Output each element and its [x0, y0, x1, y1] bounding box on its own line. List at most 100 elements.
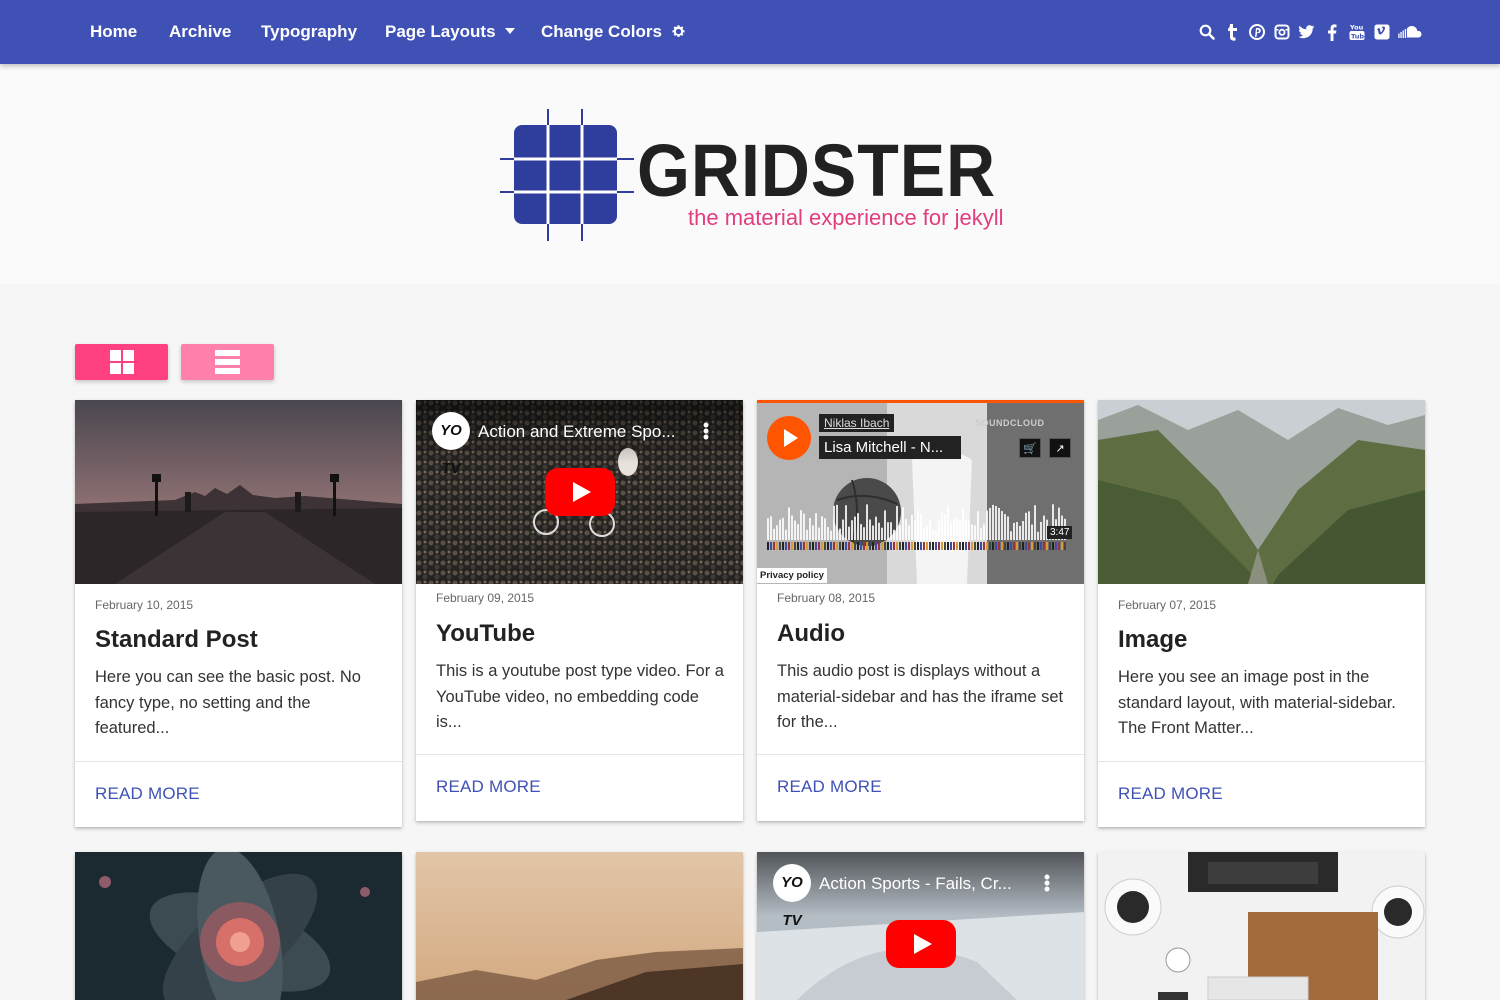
pinterest-icon[interactable]	[1248, 22, 1265, 42]
twitter-icon[interactable]	[1298, 22, 1315, 42]
channel-avatar[interactable]: YO TV	[432, 412, 470, 477]
comment-marker	[893, 542, 895, 550]
instagram-icon[interactable]	[1273, 22, 1290, 42]
comment-marker	[1013, 542, 1015, 550]
comment-marker	[1058, 542, 1060, 550]
waveform-bar	[836, 504, 838, 540]
share-icon[interactable]: ↗	[1049, 438, 1071, 458]
waveform-bar	[854, 516, 856, 540]
waveform-bar	[803, 513, 805, 540]
comment-marker	[797, 542, 799, 550]
video-title[interactable]: Action and Extreme Spo...	[478, 422, 698, 442]
vimeo-icon[interactable]	[1373, 22, 1390, 42]
channel-avatar[interactable]: YO TV	[773, 864, 811, 929]
more-vert-icon[interactable]: • • •	[1042, 868, 1052, 898]
play-button[interactable]	[886, 920, 956, 968]
nav-archive[interactable]: Archive	[169, 0, 231, 64]
waveform-bar	[983, 524, 985, 540]
nav-typography[interactable]: Typography	[261, 0, 357, 64]
nav-change-colors[interactable]: Change Colors	[541, 0, 686, 64]
waveform-bar	[914, 520, 916, 540]
video-title[interactable]: Action Sports - Fails, Cr...	[819, 874, 1039, 894]
waveform-bar	[980, 528, 982, 540]
cart-icon[interactable]: 🛒	[1019, 438, 1041, 458]
comment-marker	[848, 542, 850, 550]
read-more-link[interactable]: READ MORE	[777, 777, 882, 797]
waveform-bar	[890, 522, 892, 540]
post-title[interactable]: Standard Post	[95, 626, 258, 654]
comment-marker	[1007, 542, 1009, 550]
waveform-bar	[782, 517, 784, 540]
waveform-bar	[944, 513, 946, 540]
post-title[interactable]: Audio	[777, 620, 845, 648]
grid-logo-icon[interactable]	[500, 109, 634, 241]
waveform-bar	[968, 519, 970, 540]
more-vert-icon[interactable]: • • •	[701, 416, 711, 446]
comment-marker	[767, 542, 769, 550]
waveform-bar	[770, 516, 772, 540]
comment-marker	[965, 542, 967, 550]
comment-marker	[998, 542, 1000, 550]
comment-marker	[803, 542, 805, 550]
waveform-bar	[788, 507, 790, 540]
list-view-icon	[215, 350, 240, 374]
waveform-bar	[1025, 512, 1027, 540]
search-icon[interactable]	[1198, 22, 1215, 42]
privacy-policy-link[interactable]: Privacy policy	[757, 568, 827, 583]
waveform-bar	[833, 505, 835, 540]
read-more-link[interactable]: READ MORE	[436, 777, 541, 797]
waveform-bar	[902, 507, 904, 540]
featured-image[interactable]	[75, 852, 402, 1000]
post-title[interactable]: Image	[1118, 626, 1187, 654]
nav-home[interactable]: Home	[90, 0, 137, 64]
waveform-bar	[794, 520, 796, 540]
featured-image[interactable]	[416, 852, 743, 1000]
grid-view-button[interactable]	[75, 344, 168, 380]
comment-marker	[950, 542, 952, 550]
waveform-bar	[878, 522, 880, 540]
play-button[interactable]	[767, 416, 811, 460]
comment-marker	[872, 542, 874, 550]
youtube-embed[interactable]: YO TV Action Sports - Fails, Cr... • • •	[757, 852, 1084, 1000]
waveform-bar	[791, 515, 793, 540]
read-more-link[interactable]: READ MORE	[1118, 784, 1223, 804]
tumblr-icon[interactable]	[1223, 22, 1240, 42]
featured-image[interactable]	[1098, 400, 1425, 584]
youtube-icon[interactable]: YouTube	[1348, 22, 1365, 42]
featured-image[interactable]	[75, 400, 402, 584]
card-divider	[416, 754, 743, 755]
comment-marker	[977, 542, 979, 550]
waveform-bar	[1022, 520, 1024, 540]
featured-image[interactable]	[1098, 852, 1425, 1000]
play-button[interactable]	[545, 468, 615, 516]
waveform-bar	[989, 507, 991, 540]
comment-marker	[857, 542, 859, 550]
comment-marker	[1016, 542, 1018, 550]
youtube-embed[interactable]: YO TV Action and Extreme Spo... • • •	[416, 400, 743, 584]
comment-marker	[992, 542, 994, 550]
comment-marker	[860, 542, 862, 550]
top-navbar: Home Archive Typography Page Layouts Cha…	[0, 0, 1500, 64]
nav-page-layouts[interactable]: Page Layouts	[385, 0, 515, 64]
soundcloud-embed[interactable]: Niklas Ibach Lisa Mitchell - N... SOUNDC…	[757, 400, 1084, 584]
artist-link[interactable]: Niklas Ibach	[819, 414, 895, 432]
soundcloud-logo[interactable]: SOUNDCLOUD	[975, 418, 1045, 428]
post-title[interactable]: YouTube	[436, 620, 535, 648]
post-excerpt: This audio post is displays without a ma…	[777, 662, 1064, 731]
facebook-icon[interactable]	[1323, 22, 1340, 42]
soundcloud-icon[interactable]	[1398, 22, 1422, 42]
comment-marker	[851, 542, 853, 550]
comment-marker	[929, 542, 931, 550]
comment-marker	[878, 542, 880, 550]
brand-title[interactable]: GRIDSTER	[637, 130, 996, 212]
waveform-bar	[956, 518, 958, 540]
comment-marker	[818, 542, 820, 550]
waveform-bar	[1043, 515, 1045, 540]
comment-marker	[869, 542, 871, 550]
comment-marker	[980, 542, 982, 550]
track-title[interactable]: Lisa Mitchell - N...	[819, 436, 961, 459]
comment-marker	[863, 542, 865, 550]
read-more-link[interactable]: READ MORE	[95, 784, 200, 804]
list-view-button[interactable]	[181, 344, 274, 380]
waveform-bar	[1031, 524, 1033, 540]
